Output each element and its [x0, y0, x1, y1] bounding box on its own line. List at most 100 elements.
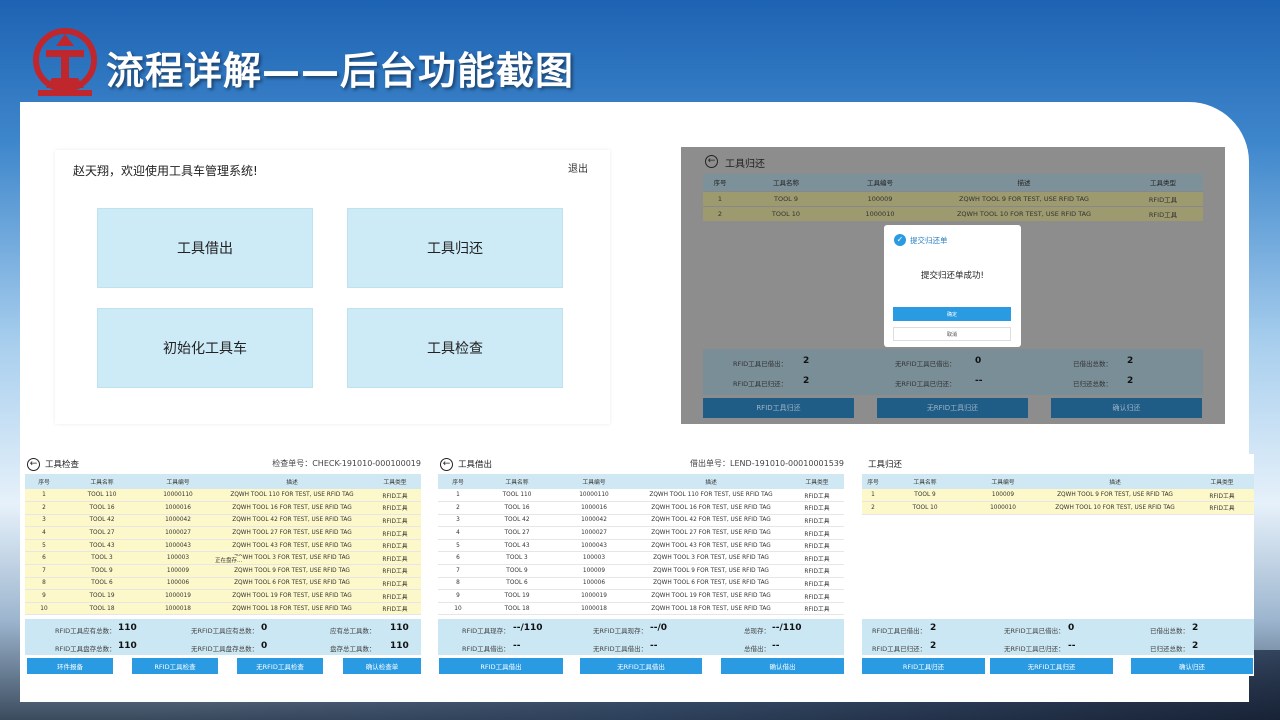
table-cell: TOOL 3: [63, 551, 141, 566]
tile-lend[interactable]: 工具借出: [97, 208, 313, 288]
table-cell: 100006: [556, 577, 632, 591]
tile-check[interactable]: 工具检查: [347, 308, 563, 388]
table-cell: TOOL 43: [478, 539, 556, 553]
dialog-message: 提交归还单成功!: [921, 271, 984, 281]
table-cell: ZQWH TOOL 43 FOR TEST, USE RFID TAG: [632, 539, 790, 553]
summary-label: 无RFID工具已归还：: [895, 380, 956, 388]
summary-label: 已借出总数：: [1073, 360, 1112, 368]
non-rfid-lend-button[interactable]: 无RFID工具借出: [580, 658, 702, 674]
table-cell: 100009: [966, 489, 1040, 503]
table-row[interactable]: 1 TOOL 110 10000110 ZQWH TOOL 110 FOR TEST,…: [25, 489, 421, 503]
lend-screen: ← 工具借出 借出单号：LEND-191010-00010001539 序号 工…: [438, 454, 845, 676]
return-table: 序号 工具名称 工具编号 描述 工具类型 1 TOOL 9 100009 ZQW…: [703, 174, 1203, 221]
confirm-check-button[interactable]: 确认检查单: [343, 658, 421, 674]
rfid-return-button[interactable]: RFID工具归还: [703, 398, 854, 418]
table-row[interactable]: 3 TOOL 42 1000042 ZQWH TOOL 42 FOR TEST, US…: [25, 514, 421, 528]
summary-label: RFID工具应有总数：: [55, 627, 116, 635]
rfid-check-button[interactable]: RFID工具检查: [132, 658, 218, 674]
table-row[interactable]: 1 TOOL 9 100009 ZQWH TOOL 9 FOR TEST, US…: [703, 190, 1203, 206]
col-header: 工具名称: [737, 174, 835, 191]
table-row[interactable]: 9 TOOL 19 1000019 ZQWH TOOL 19 FOR TEST, US…: [25, 589, 421, 603]
table-row[interactable]: 9 TOOL 19 1000019 ZQWH TOOL 19 FOR TEST, US…: [438, 589, 844, 603]
table-row[interactable]: 5 TOOL 43 1000043 ZQWH TOOL 43 FOR TEST, US…: [25, 539, 421, 553]
table-cell: 9: [25, 589, 63, 603]
summary-label: 无RFID工具已借出：: [895, 360, 956, 368]
table-cell: 100003: [556, 551, 632, 566]
report-button[interactable]: 环件报备: [27, 658, 113, 674]
rfid-return-button[interactable]: RFID工具归还: [862, 658, 985, 674]
table-row[interactable]: 2 TOOL 16 1000016 ZQWH TOOL 16 FOR TEST, US…: [25, 501, 421, 515]
cancel-button[interactable]: 取消: [893, 327, 1011, 341]
col-header: 工具名称: [884, 474, 966, 489]
table-row[interactable]: 1 TOOL 110 10000110 ZQWH TOOL 110 FOR TEST,…: [438, 489, 844, 503]
back-arrow-icon[interactable]: ←: [27, 458, 40, 471]
col-header: 工具类型: [1123, 174, 1203, 191]
check-table: 序号 工具名称 工具编号 描述 工具类型 1 TOOL 110 10000110 ZQ…: [25, 474, 421, 616]
tile-return[interactable]: 工具归还: [347, 208, 563, 288]
submit-return-dialog: ✓ 提交归还单 提交归还单成功! 确定 取消: [884, 225, 1021, 347]
summary-label: 无RFID工具应有总数：: [191, 627, 259, 635]
summary-value: 0: [975, 356, 982, 366]
back-arrow-icon[interactable]: ←: [705, 155, 718, 168]
non-rfid-return-button[interactable]: 无RFID工具归还: [990, 658, 1113, 674]
table-cell: 4: [25, 526, 63, 540]
table-cell: 10: [25, 602, 63, 616]
order-value: LEND-191010-00010001539: [730, 459, 844, 468]
tile-init-cart[interactable]: 初始化工具车: [97, 308, 313, 388]
table-row[interactable]: 5 TOOL 43 1000043 ZQWH TOOL 43 FOR TEST, US…: [438, 539, 844, 553]
non-rfid-check-button[interactable]: 无RFID工具检查: [237, 658, 323, 674]
confirm-return-button[interactable]: 确认归还: [1131, 658, 1253, 674]
table-row[interactable]: 2 TOOL 16 1000016 ZQWH TOOL 16 FOR TEST, US…: [438, 501, 844, 515]
cell: 1000010: [835, 205, 925, 221]
table-row[interactable]: 7 TOOL 9 100009 ZQWH TOOL 9 FOR TEST, USE R…: [25, 564, 421, 578]
table-cell: TOOL 43: [63, 539, 141, 553]
table-cell: ZQWH TOOL 42 FOR TEST, USE RFID TAG: [632, 514, 790, 528]
back-arrow-icon[interactable]: ←: [440, 458, 453, 471]
table-cell: ZQWH TOOL 9 FOR TEST, USE RFID TAG: [1040, 489, 1190, 503]
logout-link[interactable]: 退出: [568, 160, 588, 175]
table-cell: TOOL 18: [63, 602, 141, 616]
non-rfid-return-button[interactable]: 无RFID工具归还: [877, 398, 1028, 418]
summary-label: 已归还总数：: [1073, 380, 1112, 388]
screen-title: 工具借出: [458, 460, 493, 470]
table-row[interactable]: 10 TOOL 18 1000018 ZQWH TOOL 18 FOR TEST, U…: [25, 602, 421, 616]
table-cell: RFID工具: [790, 577, 844, 591]
summary-label: 总现存：: [744, 627, 770, 635]
confirm-button[interactable]: 确定: [893, 307, 1011, 321]
table-row[interactable]: 10 TOOL 18 1000018 ZQWH TOOL 18 FOR TEST, U…: [438, 602, 844, 616]
table-row[interactable]: 2 TOOL 10 1000010 ZQWH TOOL 10 FOR TEST, US…: [862, 501, 1254, 515]
table-row[interactable]: 2 TOOL 10 1000010 ZQWH TOOL 10 FOR TEST,…: [703, 205, 1203, 221]
table-cell: TOOL 42: [63, 514, 141, 528]
table-cell: RFID工具: [790, 602, 844, 616]
table-cell: 1000019: [141, 589, 215, 603]
table-row[interactable]: 3 TOOL 42 1000042 ZQWH TOOL 42 FOR TEST, US…: [438, 514, 844, 528]
table-row[interactable]: 7 TOOL 9 100009 ZQWH TOOL 9 FOR TEST, USE R…: [438, 564, 844, 578]
summary-label: 无RFID工具借出：: [593, 645, 648, 653]
col-header: 工具名称: [478, 474, 556, 489]
summary-value: 2: [930, 641, 937, 651]
table-cell: 2: [862, 501, 884, 515]
table-cell: ZQWH TOOL 6 FOR TEST, USE RFID TAG: [215, 577, 369, 591]
summary-label: RFID工具已归还：: [872, 645, 927, 653]
table-row[interactable]: 8 TOOL 6 100006 ZQWH TOOL 6 FOR TEST, USE R…: [25, 577, 421, 591]
table-row[interactable]: 4 TOOL 27 1000027 ZQWH TOOL 27 FOR TEST, US…: [25, 526, 421, 540]
summary-value: --: [1068, 641, 1076, 651]
table-row[interactable]: 1 TOOL 9 100009 ZQWH TOOL 9 FOR TEST, USE R…: [862, 489, 1254, 503]
summary-label: 总借出：: [744, 645, 770, 653]
table-cell: RFID工具: [369, 551, 421, 566]
confirm-lend-button[interactable]: 确认借出: [721, 658, 844, 674]
table-row[interactable]: 4 TOOL 27 1000027 ZQWH TOOL 27 FOR TEST, US…: [438, 526, 844, 540]
col-header: 工具类型: [369, 474, 421, 489]
return-screen: 工具归还 序号 工具名称 工具编号 描述 工具类型 1 TOOL 9 100009 Z…: [862, 454, 1254, 676]
table-cell: TOOL 16: [478, 501, 556, 515]
confirm-return-button[interactable]: 确认归还: [1051, 398, 1202, 418]
table-row[interactable]: 8 TOOL 6 100006 ZQWH TOOL 6 FOR TEST, USE R…: [438, 577, 844, 591]
return-table: 序号 工具名称 工具编号 描述 工具类型 1 TOOL 9 100009 ZQWH T…: [862, 474, 1254, 515]
col-header: 工具类型: [1190, 474, 1254, 489]
table-cell: TOOL 27: [63, 526, 141, 540]
table-row[interactable]: 6 TOOL 3 100003 ZQWH TOOL 3 FOR TEST, USE R…: [438, 551, 844, 566]
rfid-lend-button[interactable]: RFID工具借出: [439, 658, 563, 674]
summary-value: 2: [1192, 641, 1199, 651]
table-cell: 3: [25, 514, 63, 528]
table-cell: RFID工具: [369, 577, 421, 591]
